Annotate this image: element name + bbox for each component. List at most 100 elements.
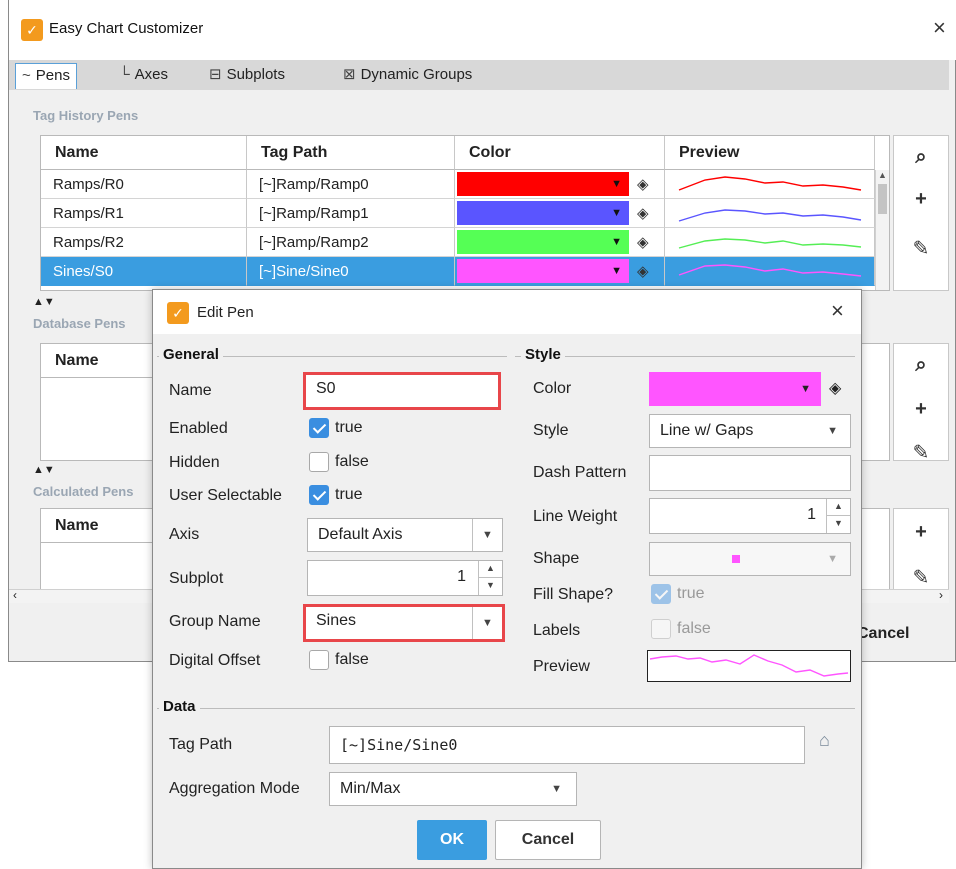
edit-icon[interactable]: ✎ [894,565,948,590]
enabled-checkbox[interactable]: true [309,418,363,438]
search-icon[interactable]: ⌕ [894,146,948,169]
scroll-up-icon[interactable]: ▲ [876,170,889,180]
dash-pattern-field[interactable] [649,455,851,491]
edit-icon[interactable]: ✎ [894,440,948,465]
aggregation-mode-combo[interactable]: Min/Max ▼ [329,772,577,806]
group-name-label: Group Name [169,613,261,630]
search-icon[interactable]: ⌕ [894,354,948,377]
add-icon[interactable]: + [894,188,948,211]
app-icon: ✓ [21,19,43,41]
paint-bucket-icon[interactable]: ◈ [637,170,649,199]
add-icon[interactable]: + [894,398,948,421]
style-group-title: Style [521,346,565,363]
column-header-name[interactable]: Name [41,136,247,170]
user-selectable-checkbox[interactable]: true [309,485,363,505]
color-swatch[interactable]: ▼ [457,230,629,254]
spin-up-icon[interactable]: ▲ [827,499,850,516]
digital-offset-checkbox[interactable]: false [309,650,369,670]
table-row-selected[interactable]: Sines/S0 [~]Sine/Sine0 ▼ ◈ [41,257,875,286]
vertical-scrollbar[interactable]: ▲ [875,170,889,290]
spin-down-icon[interactable]: ▼ [827,516,850,533]
style-preview [647,650,851,682]
chevron-down-icon[interactable]: ▼ [472,519,502,551]
paint-bucket-icon[interactable]: ◈ [637,199,649,228]
table-row[interactable]: Ramps/R1 [~]Ramp/Ramp1 ▼ ◈ [41,199,875,228]
tab-dynamic-groups[interactable]: ⊠ Dynamic Groups [337,63,478,89]
spinner-buttons[interactable]: ▲ ▼ [826,499,850,533]
tag-browse-icon[interactable]: ⌂ [819,730,830,751]
color-swatch[interactable]: ▼ [457,201,629,225]
tab-label: Axes [134,66,168,83]
aggregation-mode-label: Aggregation Mode [169,780,300,797]
checkbox-checked-icon[interactable] [651,584,671,604]
pen-color-cell[interactable]: ▼ ◈ [455,199,665,228]
cancel-button[interactable]: Cancel [857,616,927,652]
spinner-buttons[interactable]: ▲ ▼ [478,561,502,595]
tab-axes[interactable]: └ Axes [113,63,174,89]
labels-checkbox[interactable]: false [651,619,711,639]
close-icon[interactable]: × [831,298,844,324]
chevron-down-icon[interactable]: ▼ [472,607,502,639]
name-label: Name [169,382,212,399]
dash-pattern-label: Dash Pattern [533,464,627,481]
pen-name: Ramps/R2 [41,228,247,257]
group-name-combo[interactable]: Sines ▼ [303,604,505,642]
paint-bucket-icon[interactable]: ◈ [637,257,649,286]
tag-path-label: Tag Path [169,736,233,753]
column-header-color[interactable]: Color [455,136,665,170]
pen-name: Ramps/R0 [41,170,247,199]
scroll-left-icon[interactable]: ‹ [13,588,17,602]
edit-icon[interactable]: ✎ [894,236,948,261]
table-row[interactable]: Ramps/R2 [~]Ramp/Ramp2 ▼ ◈ [41,228,875,257]
add-icon[interactable]: + [894,521,948,544]
line-chart-icon: ~ [22,67,31,84]
color-picker[interactable]: ▼ [649,372,821,406]
scroll-right-icon[interactable]: › [939,588,943,602]
column-header-preview[interactable]: Preview [665,136,875,170]
move-up-down-icon[interactable]: ▲▼ [33,296,55,308]
close-icon[interactable]: × [933,14,946,42]
axis-combo[interactable]: Default Axis ▼ [307,518,503,552]
name-field[interactable]: S0 [303,372,501,410]
line-weight-value: 1 [807,506,816,523]
pen-color-cell[interactable]: ▼ ◈ [455,257,665,286]
chevron-down-icon: ▼ [800,383,811,395]
calculated-pens-actions: + ✎ [893,508,949,590]
column-header-tag-path[interactable]: Tag Path [247,136,455,170]
checkbox-checked-icon[interactable] [309,418,329,438]
paint-bucket-icon[interactable]: ◈ [637,228,649,257]
cancel-button[interactable]: Cancel [495,820,601,860]
line-weight-spinner[interactable]: 1 ▲ ▼ [649,498,851,534]
paint-bucket-icon[interactable]: ◈ [829,378,841,398]
checkbox-unchecked-icon[interactable] [651,619,671,639]
style-group-border [515,356,855,357]
pen-tag-path: [~]Ramp/Ramp1 [247,199,455,228]
color-swatch[interactable]: ▼ [457,259,629,283]
shape-combo[interactable]: ▼ [649,542,851,576]
checkbox-checked-icon[interactable] [309,485,329,505]
table-row[interactable]: Ramps/R0 [~]Ramp/Ramp0 ▼ ◈ [41,170,875,199]
spin-down-icon[interactable]: ▼ [479,578,502,595]
subplots-icon: ⊟ [209,66,222,83]
spin-up-icon[interactable]: ▲ [479,561,502,578]
preview-label: Preview [533,658,590,675]
scroll-thumb[interactable] [878,184,887,214]
tab-pens[interactable]: ~ Pens [15,63,77,89]
checkbox-unchecked-icon[interactable] [309,650,329,670]
subplot-spinner[interactable]: 1 ▲ ▼ [307,560,503,596]
database-pens-label: Database Pens [33,316,126,331]
pen-preview [665,170,875,199]
pen-color-cell[interactable]: ▼ ◈ [455,228,665,257]
move-up-down-icon[interactable]: ▲▼ [33,464,55,476]
hidden-checkbox[interactable]: false [309,452,369,472]
color-swatch[interactable]: ▼ [457,172,629,196]
pen-color-cell[interactable]: ▼ ◈ [455,170,665,199]
checkbox-unchecked-icon[interactable] [309,452,329,472]
fill-shape-checkbox[interactable]: true [651,584,705,604]
tab-subplots[interactable]: ⊟ Subplots [203,63,291,89]
tab-label: Subplots [226,66,285,83]
ok-button[interactable]: OK [417,820,487,860]
tab-label: Pens [35,67,70,84]
tag-path-field[interactable]: [~]Sine/Sine0 [329,726,805,764]
style-combo[interactable]: Line w/ Gaps ▼ [649,414,851,448]
